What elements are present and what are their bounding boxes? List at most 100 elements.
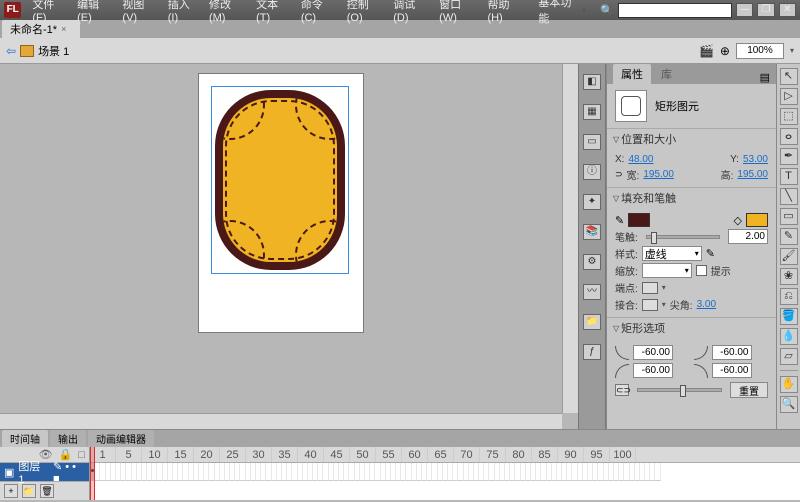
eyedropper-tool[interactable]: 💧 xyxy=(780,328,798,345)
reset-button[interactable]: 重置 xyxy=(730,382,768,398)
canvas-area[interactable] xyxy=(0,64,562,413)
dock-project-icon[interactable]: 📁 xyxy=(583,314,601,330)
search-input[interactable] xyxy=(618,3,732,18)
restore-button[interactable]: ❐ xyxy=(757,3,774,17)
layer-icon: ▣ xyxy=(4,466,14,479)
section-fill-stroke[interactable]: ▽填充和笔触 xyxy=(607,188,776,208)
scene-name: 场景 1 xyxy=(38,43,69,59)
miter-value[interactable]: 3.00 xyxy=(697,299,716,310)
y-value[interactable]: 53.00 xyxy=(743,154,768,165)
dock-actions-icon[interactable]: ƒ xyxy=(583,344,601,360)
cap-combo[interactable] xyxy=(642,282,658,294)
paint-bucket-tool[interactable]: 🪣 xyxy=(780,308,798,325)
pencil-tool[interactable]: ✎ xyxy=(780,228,798,245)
rectangle-tool[interactable]: ▭ xyxy=(780,208,798,225)
corner-bl-value[interactable]: -60.00 xyxy=(633,363,673,378)
stroke-weight-value[interactable]: 2.00 xyxy=(728,229,768,244)
close-tab-icon[interactable]: × xyxy=(61,24,66,34)
subselection-tool[interactable]: ▷ xyxy=(780,88,798,105)
tab-library[interactable]: 库 xyxy=(653,64,680,84)
tab-motion-editor[interactable]: 动画编辑器 xyxy=(88,430,154,447)
tab-properties[interactable]: 属性 xyxy=(613,64,651,84)
pencil-icon: ✎ xyxy=(615,214,624,227)
hinting-checkbox[interactable] xyxy=(696,265,707,276)
document-tab[interactable]: 未命名-1*× xyxy=(2,20,80,38)
fill-color-swatch[interactable] xyxy=(746,213,768,227)
eraser-tool[interactable]: ▱ xyxy=(780,348,798,365)
dock-color-icon[interactable]: ◧ xyxy=(583,74,601,90)
vertical-scrollbar[interactable] xyxy=(562,64,578,413)
back-arrow-icon[interactable]: ⇦ xyxy=(6,44,16,58)
stage[interactable] xyxy=(199,74,363,332)
menu-insert[interactable]: 插入(I) xyxy=(163,0,204,24)
layer-row[interactable]: ▣ 图层 1 ✎ • • ■ xyxy=(0,463,89,481)
new-layer-button[interactable]: + xyxy=(4,484,18,498)
zoom-input[interactable]: 100% xyxy=(736,43,784,59)
tab-timeline[interactable]: 时间轴 xyxy=(2,430,48,447)
deco-tool[interactable]: ❀ xyxy=(780,268,798,285)
menu-modify[interactable]: 修改(M) xyxy=(204,0,251,24)
delete-layer-button[interactable]: 🗑 xyxy=(40,484,54,498)
section-rect-options[interactable]: ▽矩形选项 xyxy=(607,318,776,338)
stroke-weight-slider[interactable] xyxy=(646,235,720,239)
symbol-icon[interactable]: ⊕ xyxy=(720,44,730,58)
close-button[interactable]: ✕ xyxy=(779,3,796,17)
dock-components-icon[interactable]: ⚙ xyxy=(583,254,601,270)
menu-control[interactable]: 控制(O) xyxy=(342,0,389,24)
drawn-shape[interactable] xyxy=(215,90,345,270)
corner-tr-value[interactable]: -60.00 xyxy=(712,345,752,360)
dock-strip: ◧ ▦ ▭ ⓘ ✦ 📚 ⚙ 〰 📁 ƒ xyxy=(578,64,606,429)
dock-swatches-icon[interactable]: ▦ xyxy=(583,104,601,120)
pen-tool[interactable]: ✒ xyxy=(780,148,798,165)
new-folder-button[interactable]: 📁 xyxy=(22,484,36,498)
timeline-panel: 时间轴 输出 动画编辑器 👁🔒□ ▣ 图层 1 ✎ • • ■ + 📁 🗑 15… xyxy=(0,429,800,500)
height-value[interactable]: 195.00 xyxy=(737,169,768,180)
section-position[interactable]: ▽位置和大小 xyxy=(607,129,776,149)
scale-combo[interactable]: ▾ xyxy=(642,263,692,278)
corner-slider[interactable] xyxy=(637,388,722,392)
edit-scene-icon[interactable]: 🎬 xyxy=(699,44,714,58)
link-corners-icon[interactable]: ⊂⊃ xyxy=(615,384,629,396)
style-combo[interactable]: 虚线▾ xyxy=(642,246,702,261)
menu-text[interactable]: 文本(T) xyxy=(251,0,296,24)
lock-aspect-icon[interactable]: ⊃ xyxy=(615,169,623,180)
line-tool[interactable]: ╲ xyxy=(780,188,798,205)
menu-view[interactable]: 视图(V) xyxy=(117,0,162,24)
bone-tool[interactable]: ⎌ xyxy=(780,288,798,305)
join-combo[interactable] xyxy=(642,299,658,311)
lasso-tool[interactable]: ⴰ xyxy=(780,128,798,145)
menu-window[interactable]: 窗口(W) xyxy=(434,0,482,24)
frame-ruler[interactable]: 1510152025303540455055606570758085909510… xyxy=(90,447,800,463)
dock-info-icon[interactable]: ⓘ xyxy=(583,164,601,180)
playhead[interactable] xyxy=(90,447,95,500)
menu-debug[interactable]: 调试(D) xyxy=(388,0,434,24)
workspace-selector[interactable]: 基本功能▾ xyxy=(528,0,596,26)
panel-menu-icon[interactable]: ▤ xyxy=(754,71,776,84)
menu-commands[interactable]: 命令(C) xyxy=(296,0,342,24)
hinting-label: 提示 xyxy=(711,263,731,278)
dock-library-icon[interactable]: 📚 xyxy=(583,224,601,240)
frames-column[interactable]: 1510152025303540455055606570758085909510… xyxy=(90,447,800,500)
dock-motion-icon[interactable]: 〰 xyxy=(583,284,601,300)
text-tool[interactable]: T xyxy=(780,168,798,185)
zoom-tool[interactable]: 🔍 xyxy=(780,396,798,413)
zoom-dropdown-icon[interactable]: ▾ xyxy=(790,46,794,55)
tab-output[interactable]: 输出 xyxy=(50,430,86,447)
free-transform-tool[interactable]: ⬚ xyxy=(780,108,798,125)
hand-tool[interactable]: ✋ xyxy=(780,376,798,393)
x-value[interactable]: 48.00 xyxy=(628,154,653,165)
dock-transform-icon[interactable]: ✦ xyxy=(583,194,601,210)
width-value[interactable]: 195.00 xyxy=(643,169,674,180)
brush-tool[interactable]: 🖌 xyxy=(780,248,798,265)
corner-br-value[interactable]: -60.00 xyxy=(712,363,752,378)
stroke-color-swatch[interactable] xyxy=(628,213,650,227)
miter-label: 尖角: xyxy=(670,297,693,312)
minimize-button[interactable]: — xyxy=(736,3,753,17)
menu-help[interactable]: 帮助(H) xyxy=(482,0,528,24)
horizontal-scrollbar[interactable] xyxy=(0,413,562,429)
tools-panel: ↖ ▷ ⬚ ⴰ ✒ T ╲ ▭ ✎ 🖌 ❀ ⎌ 🪣 💧 ▱ ✋ 🔍 xyxy=(776,64,800,429)
corner-tl-value[interactable]: -60.00 xyxy=(633,345,673,360)
selection-tool[interactable]: ↖ xyxy=(780,68,798,85)
edit-style-icon[interactable]: ✎ xyxy=(706,247,715,260)
dock-align-icon[interactable]: ▭ xyxy=(583,134,601,150)
